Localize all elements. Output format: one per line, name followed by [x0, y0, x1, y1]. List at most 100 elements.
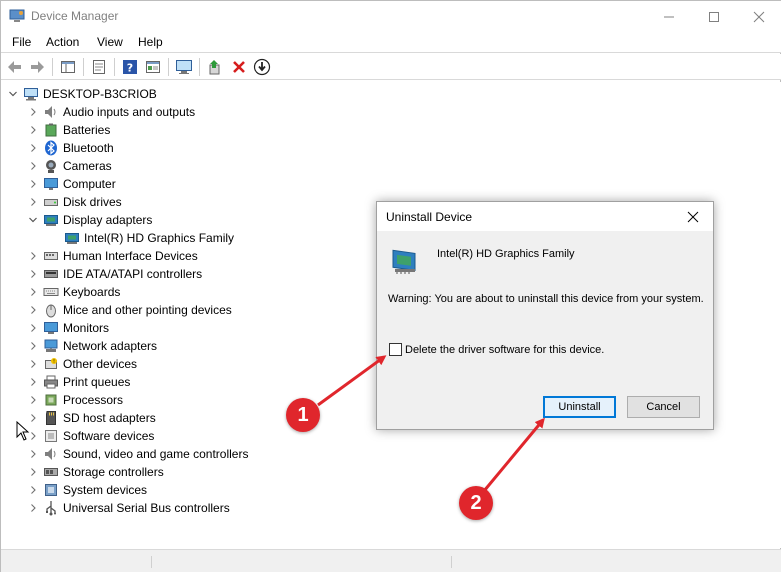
processor-icon	[43, 392, 59, 408]
chevron-down-icon[interactable]	[7, 85, 19, 103]
tree-item-label: Display adapters	[63, 213, 153, 227]
chevron-right-icon[interactable]	[27, 139, 39, 157]
cancel-button[interactable]: Cancel	[627, 396, 700, 418]
tree-category-item[interactable]: Disk drives	[27, 193, 122, 211]
tree-category-item[interactable]: Storage controllers	[27, 463, 164, 481]
chevron-right-icon[interactable]	[27, 499, 39, 517]
other-devices-icon: !	[43, 356, 59, 372]
tree-item-label: SD host adapters	[63, 411, 156, 425]
tree-category-item[interactable]: Display adapters	[27, 211, 152, 229]
display-adapter-icon	[392, 249, 416, 274]
chevron-right-icon[interactable]	[27, 301, 39, 319]
svg-text:!: !	[53, 359, 55, 365]
chevron-right-icon[interactable]	[27, 373, 39, 391]
tree-item-label: Network adapters	[63, 339, 158, 353]
disk-drive-icon	[43, 194, 59, 210]
show-hide-console-tree-icon[interactable]	[59, 58, 77, 76]
tree-category-item[interactable]: SD host adapters	[27, 409, 156, 427]
tree-category-item[interactable]: System devices	[27, 481, 147, 499]
tree-item-label: Print queues	[63, 375, 131, 389]
chevron-right-icon[interactable]	[27, 247, 39, 265]
download-icon[interactable]	[253, 58, 271, 76]
keyboard-icon	[43, 284, 59, 300]
chevron-right-icon[interactable]	[27, 175, 39, 193]
forward-arrow-icon[interactable]	[28, 58, 46, 76]
chevron-right-icon[interactable]	[27, 193, 39, 211]
uninstall-button[interactable]: Uninstall	[543, 396, 616, 418]
update-driver-icon[interactable]	[206, 58, 224, 76]
tree-category-item[interactable]: Keyboards	[27, 283, 120, 301]
tree-category-item[interactable]: Universal Serial Bus controllers	[27, 499, 230, 517]
close-icon	[687, 211, 699, 223]
properties-icon[interactable]	[90, 58, 108, 76]
display-adapter-icon	[43, 212, 59, 228]
chevron-right-icon[interactable]	[27, 103, 39, 121]
tree-category-item[interactable]: ! Other devices	[27, 355, 137, 373]
maximize-button[interactable]	[691, 1, 737, 32]
menu-file[interactable]: File	[12, 35, 31, 49]
dialog-warning-text: Warning: You are about to uninstall this…	[388, 293, 704, 305]
battery-icon	[43, 122, 59, 138]
tree-item-label: Universal Serial Bus controllers	[63, 501, 230, 515]
minimize-button[interactable]	[646, 1, 692, 32]
chevron-right-icon[interactable]	[27, 355, 39, 373]
monitor-icon	[43, 320, 59, 336]
tree-category-item[interactable]: Processors	[27, 391, 123, 409]
menu-action[interactable]: Action	[46, 35, 79, 49]
menu-help[interactable]: Help	[138, 35, 163, 49]
dialog-device-name: Intel(R) HD Graphics Family	[437, 248, 575, 260]
uninstall-x-icon[interactable]	[230, 58, 248, 76]
speaker-icon	[43, 104, 59, 120]
chevron-right-icon[interactable]	[27, 319, 39, 337]
chevron-right-icon[interactable]	[27, 265, 39, 283]
menu-view[interactable]: View	[97, 35, 123, 49]
tree-category-item[interactable]: Network adapters	[27, 337, 157, 355]
tree-category-item[interactable]: Computer	[27, 175, 116, 193]
chevron-right-icon[interactable]	[27, 445, 39, 463]
tree-category-item[interactable]: Batteries	[27, 121, 110, 139]
chevron-right-icon[interactable]	[27, 121, 39, 139]
tree-item-label: Monitors	[63, 321, 110, 335]
back-arrow-icon[interactable]	[6, 58, 24, 76]
tree-item-label: System devices	[63, 483, 148, 497]
mouse-cursor-icon	[16, 421, 30, 441]
tree-category-item[interactable]: Audio inputs and outputs	[27, 103, 195, 121]
tree-category-item[interactable]: Cameras	[27, 157, 112, 175]
callout-badge-1: 1	[286, 398, 320, 432]
delete-driver-checkbox[interactable]	[389, 343, 402, 356]
chevron-right-icon[interactable]	[27, 283, 39, 301]
minimize-icon	[664, 16, 674, 17]
tree-item-label: Processors	[63, 393, 124, 407]
camera-icon	[43, 158, 59, 174]
tree-category-item[interactable]: IDE ATA/ATAPI controllers	[27, 265, 202, 283]
tree-category-item[interactable]: Bluetooth	[27, 139, 114, 157]
dialog-close-button[interactable]	[683, 207, 703, 227]
delete-driver-checkbox-label[interactable]: Delete the driver software for this devi…	[405, 344, 604, 356]
computer-icon	[43, 176, 59, 192]
system-device-icon	[43, 482, 59, 498]
close-button[interactable]	[736, 1, 781, 32]
tree-item-label: Storage controllers	[63, 465, 164, 479]
chevron-right-icon[interactable]	[27, 157, 39, 175]
chevron-right-icon[interactable]	[27, 481, 39, 499]
help-icon[interactable]: ?	[121, 58, 139, 76]
callout-badge-2: 2	[459, 486, 493, 520]
view-icon[interactable]	[144, 58, 162, 76]
tree-category-item[interactable]: Print queues	[27, 373, 130, 391]
tree-root[interactable]: DESKTOP-B3CRIOB	[7, 85, 157, 103]
chevron-right-icon[interactable]	[27, 337, 39, 355]
tree-device-item[interactable]: Intel(R) HD Graphics Family	[60, 229, 234, 247]
dialog-title: Uninstall Device	[386, 210, 473, 224]
chevron-right-icon[interactable]	[27, 391, 39, 409]
tree-category-item[interactable]: Human Interface Devices	[27, 247, 198, 265]
dialog-title-bar: Uninstall Device	[377, 202, 713, 231]
tree-item-label: Bluetooth	[63, 141, 114, 155]
tree-category-item[interactable]: Software devices	[27, 427, 154, 445]
tree-category-item[interactable]: Mice and other pointing devices	[27, 301, 232, 319]
chevron-right-icon[interactable]	[27, 463, 39, 481]
tree-category-item[interactable]: Monitors	[27, 319, 109, 337]
monitor-scan-icon[interactable]	[175, 58, 193, 76]
tree-category-item[interactable]: Sound, video and game controllers	[27, 445, 248, 463]
tree-item-label: Disk drives	[63, 195, 122, 209]
chevron-down-icon[interactable]	[27, 211, 39, 229]
